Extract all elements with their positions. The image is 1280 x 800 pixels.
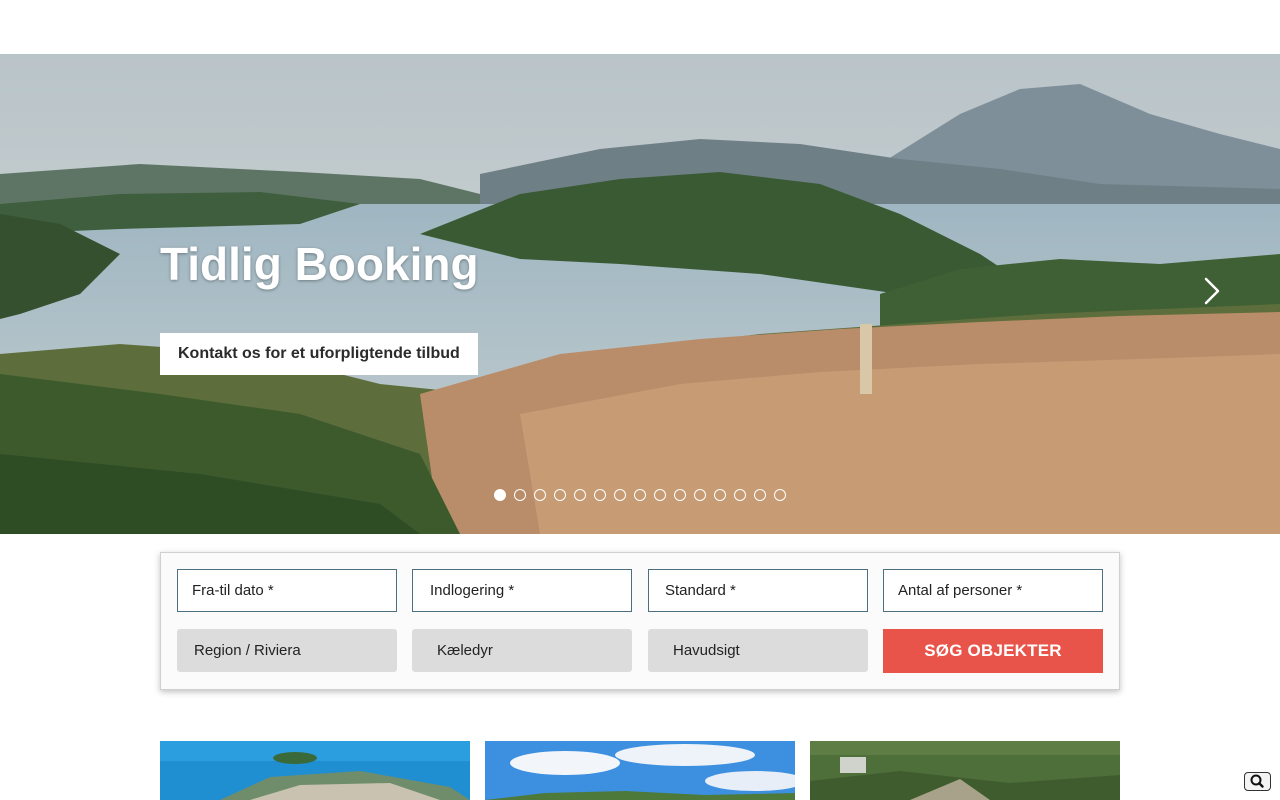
slider-pagination: [494, 489, 786, 501]
slide-dot[interactable]: [674, 489, 686, 501]
slide-dot[interactable]: [774, 489, 786, 501]
contact-offer-button[interactable]: Kontakt os for et uforpligtende tilbud: [160, 333, 478, 375]
slide-dot[interactable]: [574, 489, 586, 501]
slide-dot[interactable]: [734, 489, 746, 501]
pets-field[interactable]: Kæledyr: [412, 629, 632, 672]
search-objects-button[interactable]: SØG OBJEKTER: [883, 629, 1103, 673]
chevron-right-icon: [1204, 277, 1220, 305]
hero-background-image: [0, 54, 1280, 534]
slide-dot[interactable]: [754, 489, 766, 501]
search-panel: Fra-til dato * Indlogering * Standard * …: [160, 552, 1120, 690]
slide-dot[interactable]: [634, 489, 646, 501]
slide-dot[interactable]: [714, 489, 726, 501]
region-field[interactable]: Region / Riviera: [177, 629, 397, 672]
hero-title: Tidlig Booking: [160, 238, 479, 290]
date-range-field[interactable]: Fra-til dato *: [177, 569, 397, 612]
accommodation-field[interactable]: Indlogering *: [412, 569, 632, 612]
magnifier-icon: [1250, 774, 1264, 788]
slide-dot[interactable]: [494, 489, 506, 501]
persons-field[interactable]: Antal af personer *: [883, 569, 1103, 612]
slide-dot[interactable]: [654, 489, 666, 501]
slide-dot[interactable]: [694, 489, 706, 501]
slide-dot[interactable]: [514, 489, 526, 501]
card-image: [485, 741, 795, 800]
slide-dot[interactable]: [594, 489, 606, 501]
slide-dot[interactable]: [554, 489, 566, 501]
standard-field[interactable]: Standard *: [648, 569, 868, 612]
slide-dot[interactable]: [614, 489, 626, 501]
offer-card[interactable]: [810, 741, 1120, 800]
search-toggle-button[interactable]: [1244, 772, 1271, 791]
card-image: [160, 741, 470, 800]
seaview-field[interactable]: Havudsigt: [648, 629, 868, 672]
offer-card[interactable]: [485, 741, 795, 800]
offer-card[interactable]: [160, 741, 470, 800]
top-navigation-bar: [0, 0, 1280, 54]
slide-dot[interactable]: [534, 489, 546, 501]
hero-slider: Tidlig Booking Kontakt os for et uforpli…: [0, 54, 1280, 534]
slider-next-button[interactable]: [1200, 276, 1224, 306]
card-image: [810, 741, 1120, 800]
